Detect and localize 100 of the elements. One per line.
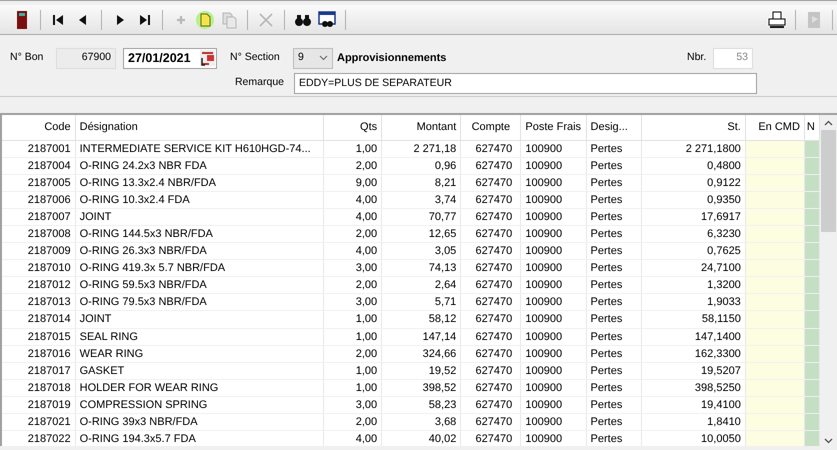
table-cell: Pertes: [586, 345, 642, 362]
column-header[interactable]: Compte: [460, 115, 521, 140]
table-cell: 627470: [460, 174, 521, 192]
table-cell: 398,5250: [641, 379, 746, 396]
column-header[interactable]: Qts: [324, 115, 382, 140]
table-cell: 2,00: [324, 414, 382, 431]
scrollbar-thumb[interactable]: [821, 130, 836, 232]
table-cell: 627470: [460, 157, 521, 174]
table-cell: 627470: [460, 379, 521, 396]
table-cell: SEAL RING: [75, 328, 324, 346]
table-cell: 627470: [460, 260, 521, 277]
table-cell: 3,68: [382, 414, 461, 431]
field-label: Nbr.: [687, 50, 708, 66]
table-cell: JOINT: [75, 208, 324, 226]
table-cell: 100900: [520, 140, 586, 158]
table-cell: O-RING 194.3x5.7 FDA: [75, 430, 324, 446]
table-cell: 100900: [520, 414, 586, 431]
table-cell: O-RING 26.3x3 NBR/FDA: [75, 242, 324, 260]
table-cell: Pertes: [586, 414, 642, 431]
section-dropdown[interactable]: 9: [293, 48, 333, 68]
table-cell: 627470: [460, 328, 521, 346]
table-cell: 4,00: [324, 242, 382, 260]
table-cell: 10,0050: [641, 430, 746, 446]
column-header[interactable]: En CMD: [745, 115, 804, 140]
column-header[interactable]: St.: [641, 115, 746, 140]
table-cell: 12,65: [382, 225, 461, 243]
column-header[interactable]: Desig...: [586, 115, 642, 140]
table-cell: Pertes: [586, 225, 642, 243]
table-cell: 100900: [520, 208, 586, 226]
table-cell: 100900: [520, 310, 586, 328]
table-cell: Pertes: [586, 328, 642, 346]
remark-field[interactable]: EDDY=PLUS DE SEPARATEUR: [294, 72, 757, 94]
table-cell: Pertes: [586, 396, 642, 414]
table-cell: 2187012: [2, 276, 76, 294]
table-cell: 1,00: [324, 310, 382, 328]
scroll-up-icon[interactable]: [824, 120, 833, 126]
table-cell: 2187010: [2, 260, 76, 277]
table-cell: 162,3300: [641, 345, 746, 362]
column-header[interactable]: Poste Frais: [520, 115, 586, 140]
table-cell: 2,00: [324, 157, 382, 174]
table-cell: 100900: [520, 396, 586, 414]
table-cell: 19,4100: [641, 396, 746, 414]
table-cell: 100900: [520, 242, 586, 260]
table-cell: Pertes: [586, 362, 642, 380]
table-cell: 2187007: [2, 208, 76, 226]
table-cell: 40,02: [382, 430, 461, 446]
table-cell: 2 271,18: [382, 140, 461, 158]
table-cell: Pertes: [586, 310, 642, 328]
table-cell: O-RING 419.3x 5.7 NBR/FDA: [75, 260, 324, 277]
table-cell: 70,77: [382, 208, 461, 226]
table-cell: 2187021: [2, 414, 76, 431]
column-header[interactable]: Montant: [382, 115, 461, 140]
table-cell: Pertes: [586, 157, 642, 174]
table-cell: 2187022: [2, 430, 76, 446]
scroll-down-icon[interactable]: [824, 438, 833, 444]
table-cell: 2 271,1800: [641, 140, 746, 158]
table-cell: 3,00: [324, 260, 382, 277]
printer-button[interactable]: [767, 10, 787, 30]
table-cell: 2187016: [2, 345, 76, 362]
table-cell: COMPRESSION SPRING: [75, 396, 324, 414]
table-cell: 627470: [460, 430, 521, 446]
table-cell: 627470: [460, 294, 521, 311]
table-cell: 627470: [460, 362, 521, 380]
new-document-button[interactable]: [195, 10, 215, 30]
printer-icon: [767, 10, 787, 30]
date-field[interactable]: 27/01/2021: [123, 48, 217, 68]
table-cell: 147,14: [382, 328, 461, 346]
table-cell: 1,3200: [641, 276, 746, 294]
find-list-button[interactable]: [317, 10, 337, 30]
column-header[interactable]: Code: [2, 115, 76, 140]
table-cell: 100900: [520, 328, 586, 346]
table-cell: 627470: [460, 242, 521, 260]
table-cell: Pertes: [586, 260, 642, 277]
table-cell: 1,00: [324, 362, 382, 380]
table-cell: 100900: [520, 276, 586, 294]
table-cell: 2187018: [2, 379, 76, 396]
table-cell: 627470: [460, 276, 521, 294]
table-cell: 3,74: [382, 191, 461, 208]
table-cell: 4,00: [324, 191, 382, 208]
table-cell: 2187013: [2, 294, 76, 311]
table-cell: 2187009: [2, 242, 76, 260]
table-cell: 100900: [520, 430, 586, 446]
table-cell: O-RING 79.5x3 NBR/FDA: [75, 294, 324, 311]
field-label: N° Bon: [10, 50, 44, 66]
table-cell: 2187014: [2, 310, 76, 328]
table-cell: Pertes: [586, 379, 642, 396]
table-cell: 627470: [460, 310, 521, 328]
table-cell: 3,00: [324, 294, 382, 311]
table-cell: 2,00: [324, 345, 382, 362]
table-cell: Pertes: [586, 430, 642, 446]
table-cell: INTERMEDIATE SERVICE KIT H610HGD-74...: [75, 140, 324, 158]
table-cell: 5,71: [382, 294, 461, 311]
table-cell: O-RING 59.5x3 NBR/FDA: [75, 276, 324, 294]
table-cell: 0,7625: [641, 242, 746, 260]
table-cell: 2187015: [2, 328, 76, 346]
table-cell: 19,52: [382, 362, 461, 380]
table-cell: 100900: [520, 174, 586, 192]
table-cell: 58,12: [382, 310, 461, 328]
table-cell: 2,00: [324, 225, 382, 243]
column-header[interactable]: Désignation: [75, 115, 324, 140]
